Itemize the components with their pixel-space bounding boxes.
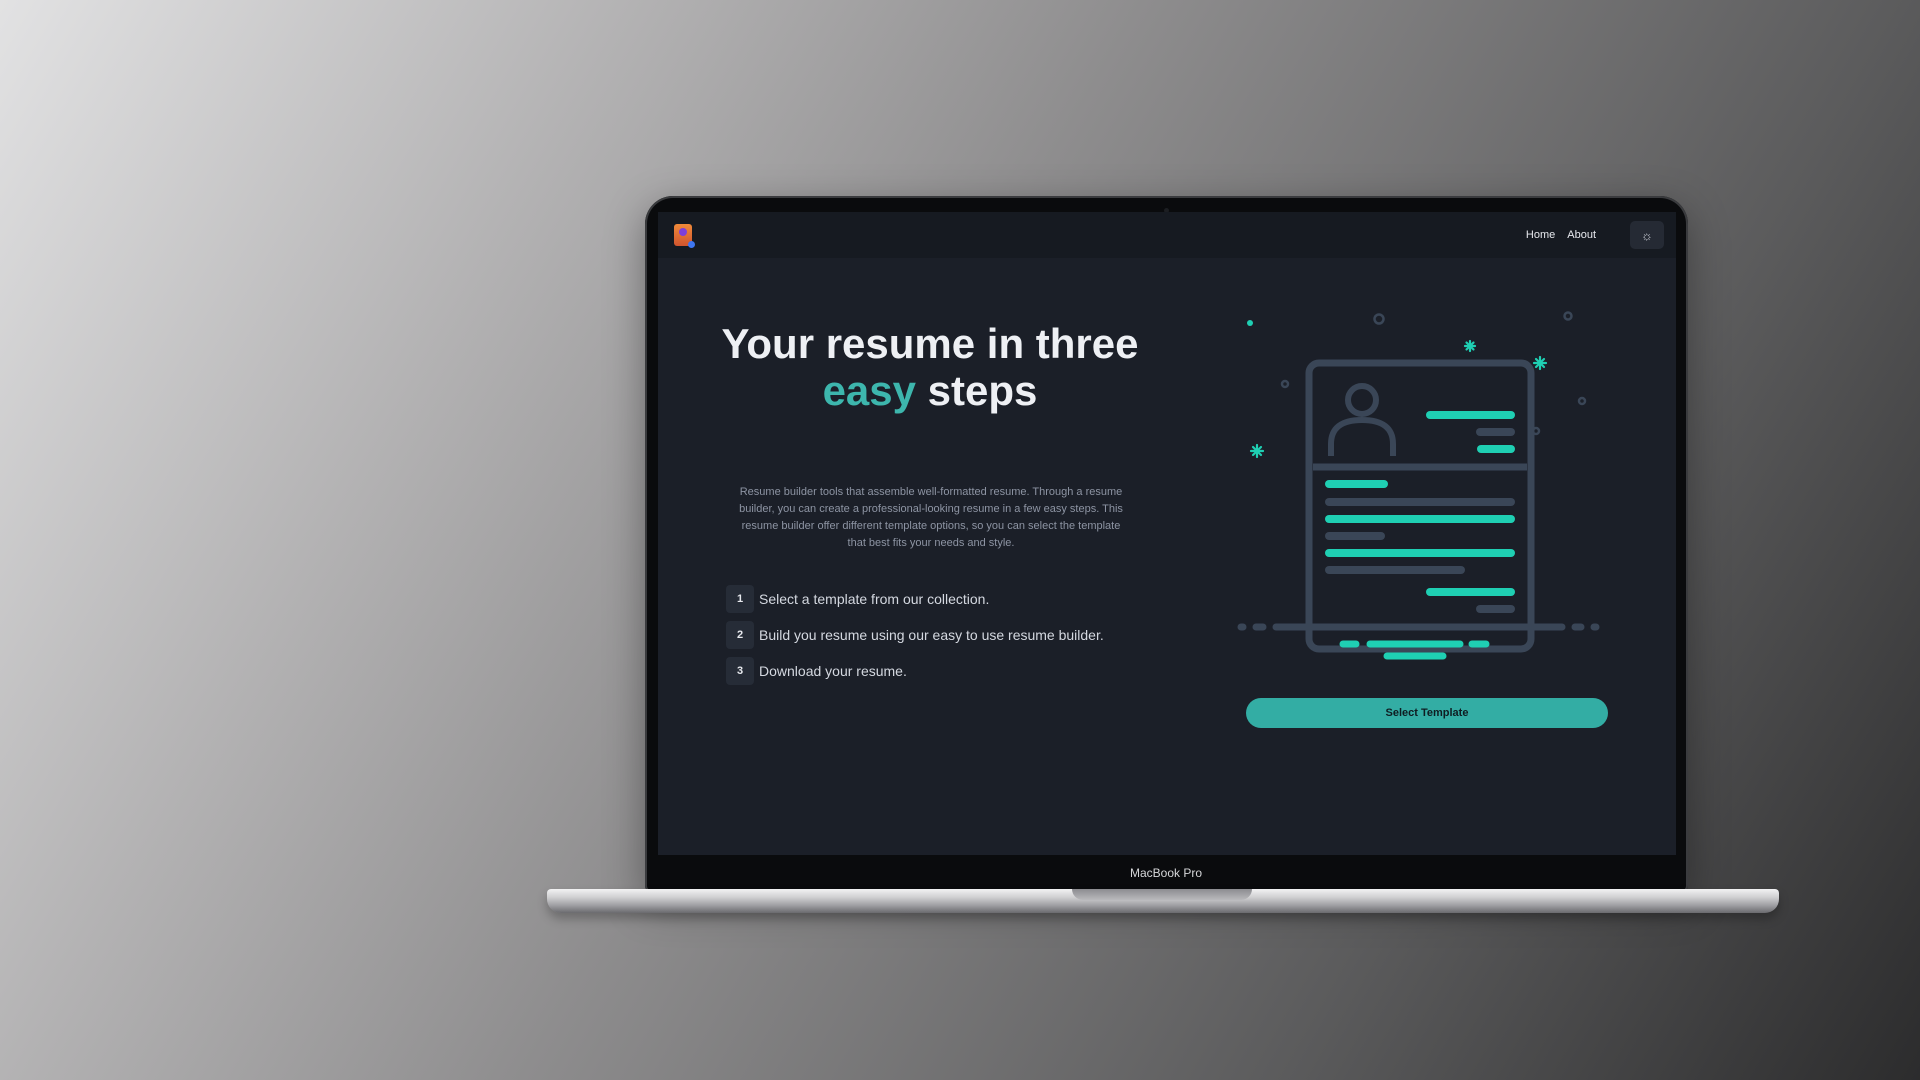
hero-title-rest: steps [916, 367, 1038, 414]
hero-title: Your resume in three easy steps [720, 320, 1140, 414]
step-item: 2 Build you resume using our easy to use… [726, 621, 1104, 649]
step-text: Build you resume using our easy to use r… [759, 627, 1104, 643]
step-number-badge: 3 [726, 657, 754, 685]
hero-title-accent: easy [822, 367, 917, 414]
resume-app-logo-icon[interactable] [674, 224, 695, 248]
nav-links: Home About ☼ [1526, 221, 1664, 249]
navbar: Home About ☼ [658, 212, 1676, 258]
select-template-button[interactable]: Select Template [1246, 698, 1608, 728]
step-text: Download your resume. [759, 663, 907, 679]
step-text: Select a template from our collection. [759, 591, 990, 607]
device-label: MacBook Pro [1129, 866, 1203, 880]
nav-link-about[interactable]: About [1567, 229, 1596, 241]
sun-icon: ☼ [1641, 227, 1653, 243]
laptop-base-notch [1072, 889, 1252, 900]
step-item: 3 Download your resume. [726, 657, 1104, 685]
hero-title-line1: Your resume in three [721, 320, 1139, 367]
app-screen: Home About ☼ Your resume in three easy s… [658, 212, 1676, 855]
resume-illustration-icon [1237, 311, 1600, 660]
step-number-badge: 2 [726, 621, 754, 649]
step-number-badge: 1 [726, 585, 754, 613]
nav-link-home[interactable]: Home [1526, 229, 1555, 241]
theme-toggle-button[interactable]: ☼ [1630, 221, 1664, 249]
steps-list: 1 Select a template from our collection.… [726, 585, 1104, 693]
hero-description: Resume builder tools that assemble well-… [739, 486, 1123, 549]
step-item: 1 Select a template from our collection. [726, 585, 1104, 613]
